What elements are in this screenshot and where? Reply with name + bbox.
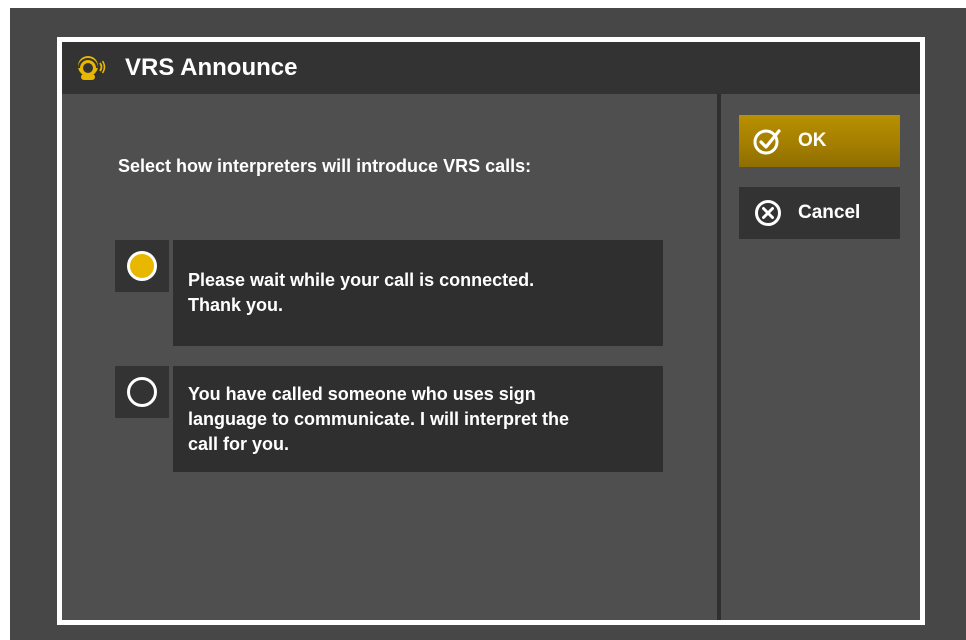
radio-option-2[interactable] [115, 366, 169, 418]
screen-edge-top [0, 0, 966, 8]
ok-button[interactable]: OK [739, 115, 900, 167]
check-circle-icon [753, 129, 781, 155]
instruction-text: Select how interpreters will introduce V… [118, 156, 532, 176]
x-circle-icon [755, 200, 781, 226]
cancel-button[interactable]: Cancel [739, 187, 900, 239]
radio-selected-icon [127, 251, 157, 281]
options-panel: Select how interpreters will introduce V… [62, 94, 717, 620]
dialog-titlebar: VRS Announce [62, 42, 920, 94]
radio-unselected-icon [127, 377, 157, 407]
screen-edge [0, 0, 10, 640]
interpreter-headset-icon [78, 56, 106, 80]
ok-label: OK [798, 130, 827, 151]
cancel-label: Cancel [798, 202, 861, 223]
vrs-announce-dialog: VRS Announce Select how interpreters wil… [57, 37, 925, 625]
dialog-title: VRS Announce [125, 54, 298, 81]
option-1-box[interactable]: Please wait while your call is connected… [173, 240, 663, 346]
option-2-text: You have called someone who uses sign la… [188, 383, 570, 454]
radio-option-1[interactable] [115, 240, 169, 292]
option-1-text: Please wait while your call is connected… [188, 270, 535, 315]
action-sidebar: OK Cancel [717, 94, 920, 620]
option-2-box[interactable]: You have called someone who uses sign la… [173, 366, 663, 472]
